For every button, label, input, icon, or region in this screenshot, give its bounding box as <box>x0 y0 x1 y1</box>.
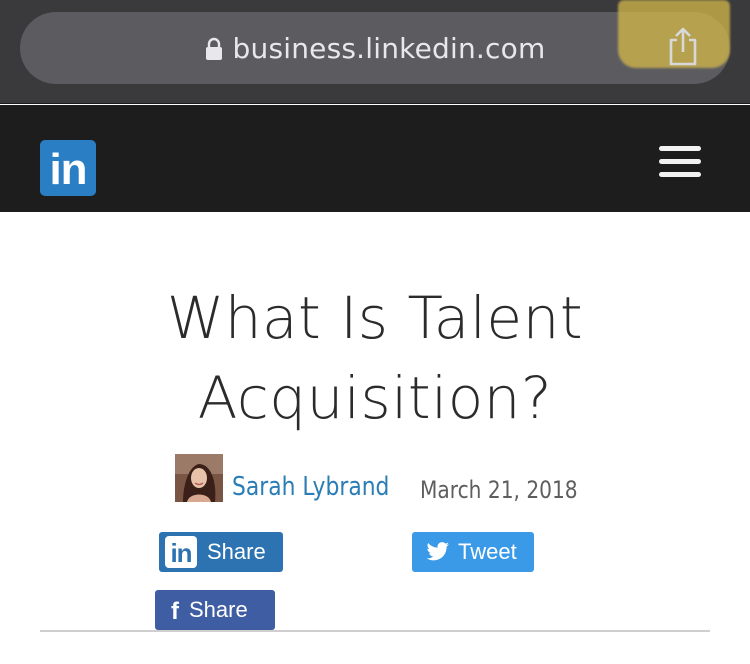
twitter-bird-icon <box>426 542 449 561</box>
linkedin-share-label: Share <box>207 539 266 564</box>
divider <box>40 630 710 632</box>
avatar[interactable] <box>175 454 223 502</box>
facebook-share-label: Share <box>189 597 248 622</box>
lock-icon <box>205 37 222 60</box>
tweet-label: Tweet <box>458 539 517 564</box>
logo-text: in <box>49 145 87 194</box>
site-header: in <box>0 105 750 212</box>
title-line-1: What Is Talent <box>166 284 584 352</box>
linkedin-logo-icon[interactable]: in <box>40 140 96 196</box>
tweet-button[interactable]: Tweet <box>412 532 534 572</box>
browser-toolbar: business.linkedin.com <box>0 0 750 104</box>
linkedin-share-button[interactable]: in Share <box>159 532 283 572</box>
title-line-2: Acquisition? <box>197 364 553 432</box>
share-icon[interactable] <box>666 26 700 66</box>
url-text: business.linkedin.com <box>232 31 546 65</box>
hamburger-menu-icon[interactable] <box>659 146 701 180</box>
facebook-share-button[interactable]: f Share <box>155 590 275 630</box>
article-title: What Is Talent Acquisition? <box>100 278 650 438</box>
facebook-icon: f <box>171 598 179 625</box>
author-photo <box>175 454 223 502</box>
author-link[interactable]: Sarah Lybrand <box>232 472 389 502</box>
publish-date: March 21, 2018 <box>420 476 578 504</box>
linkedin-icon: in <box>165 536 197 568</box>
